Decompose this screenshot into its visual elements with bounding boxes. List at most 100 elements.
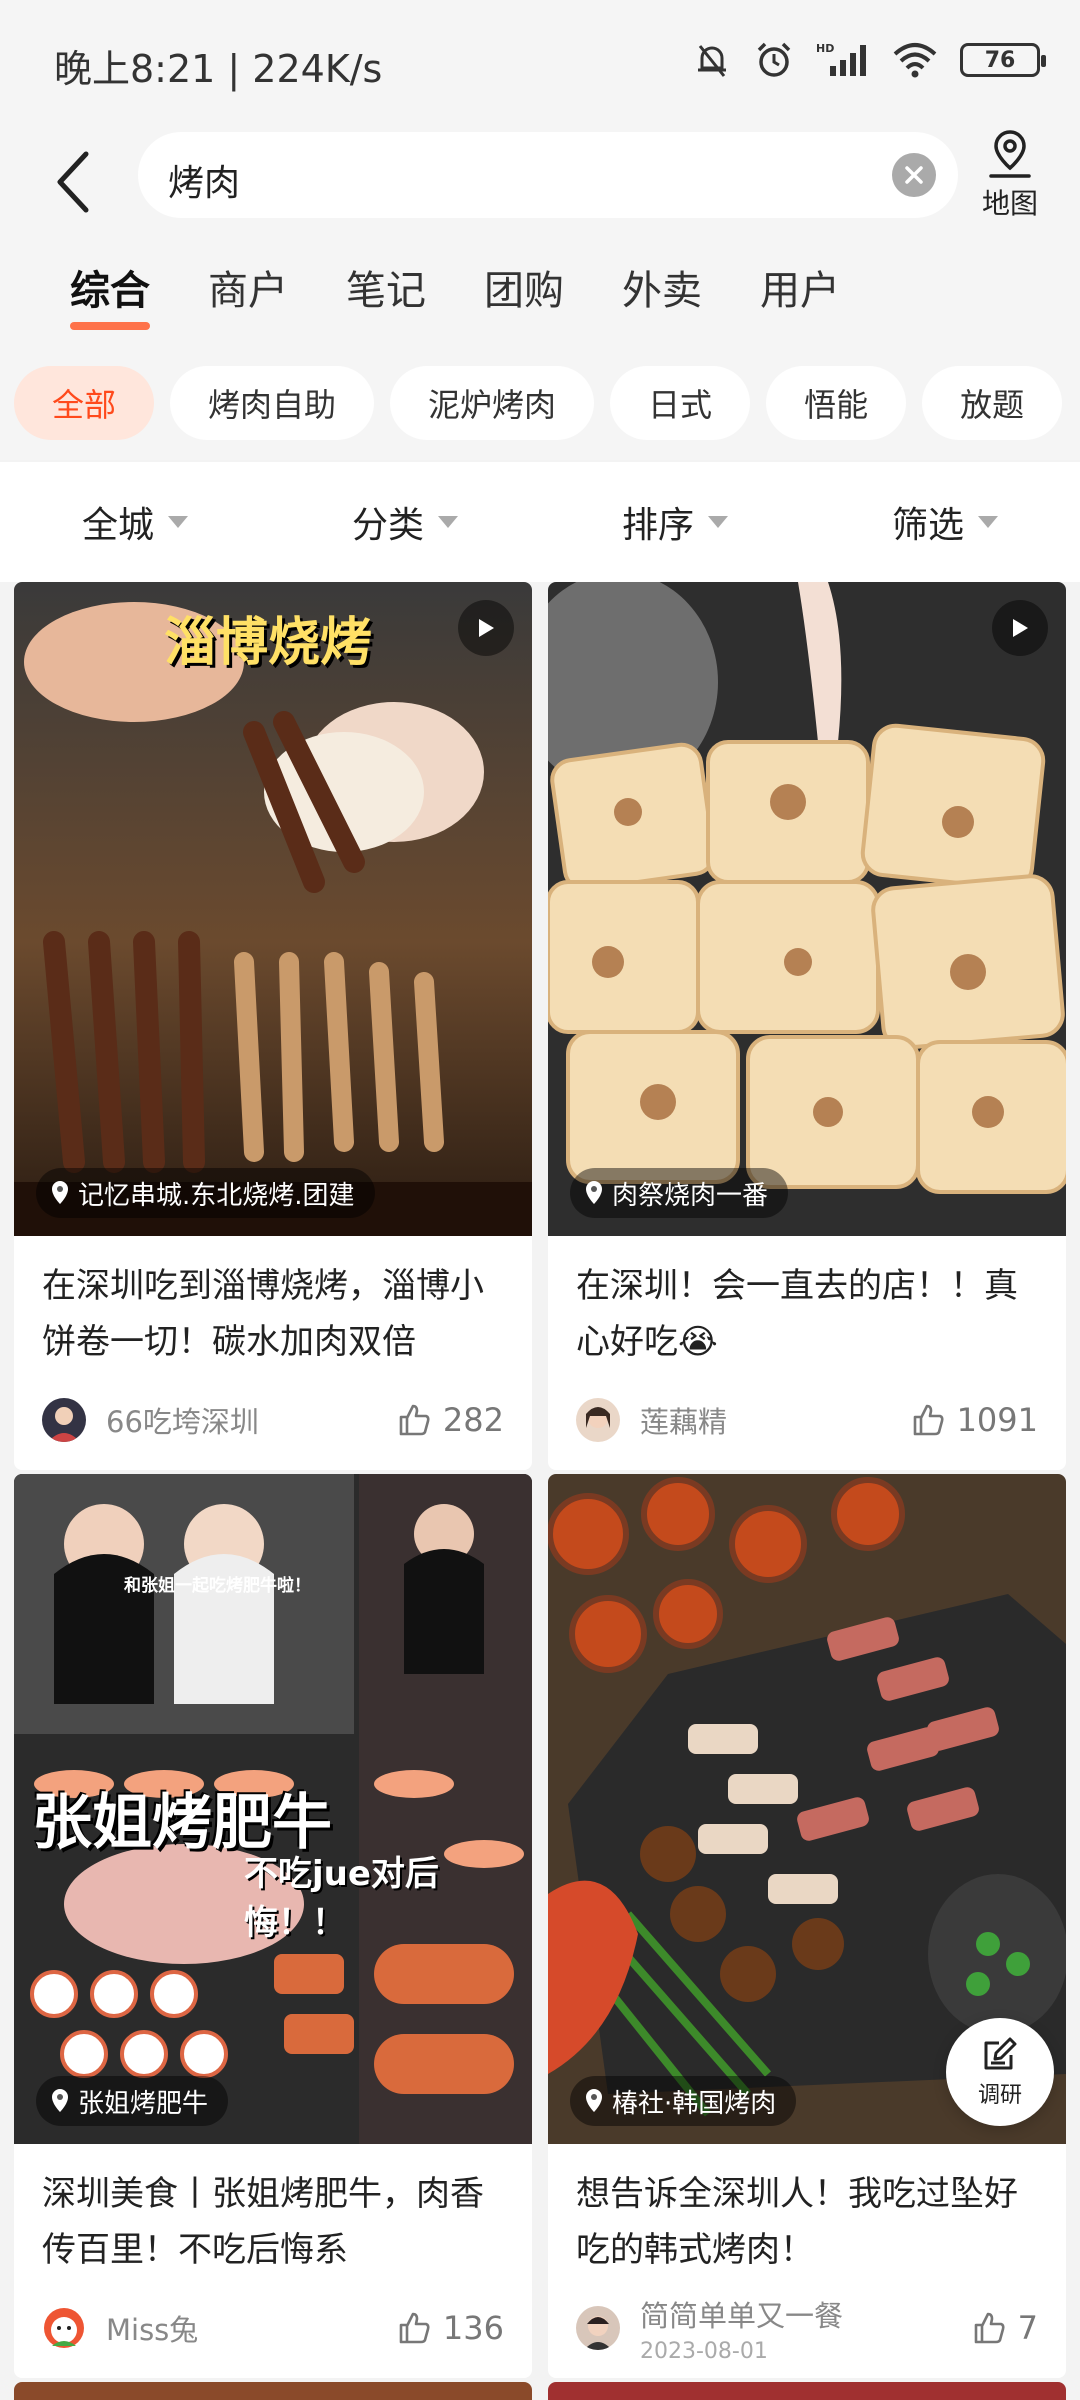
card-title: 想告诉全深圳人！我吃过坠好吃的韩式烤肉！ <box>576 2174 1018 2270</box>
card-image: 和张姐一起吃烤肥牛啦！ 张姐烤肥牛 不吃jue对后悔！！ 张姐烤肥牛 <box>14 1474 532 2144</box>
like-button[interactable]: 1091 <box>911 1401 1038 1439</box>
mute-bell-icon <box>698 45 726 77</box>
card-title: 在深圳吃到淄博烧烤，淄博小饼卷一切！碳水加肉双倍 <box>42 1266 484 1362</box>
avatar[interactable] <box>576 2306 620 2350</box>
clear-search-button[interactable] <box>892 153 936 197</box>
chip-wuneng[interactable]: 悟能 <box>766 366 907 440</box>
chip-bbq-buffet[interactable]: 烤肉自助 <box>170 366 375 440</box>
back-button[interactable] <box>44 142 104 222</box>
map-label: 地图 <box>981 187 1038 220</box>
location-tag[interactable]: 肉祭烧肉一番 <box>570 1168 789 1218</box>
note-card[interactable]: 肉祭烧肉一番 在深圳！会一直去的店！！真心好吃😭 莲藕精 1091 <box>548 582 1066 1470</box>
like-button[interactable]: 136 <box>397 2309 504 2347</box>
tab-all[interactable]: 综合 <box>70 258 150 330</box>
avatar-image <box>576 2306 620 2350</box>
map-pin-icon <box>989 130 1031 178</box>
thumbs-up-icon <box>399 2312 430 2344</box>
filter-more[interactable]: 筛选 <box>810 462 1080 582</box>
like-button[interactable]: 7 <box>972 2309 1038 2347</box>
chip-all-you-can-eat[interactable]: 放题 <box>922 366 1063 440</box>
play-icon <box>1013 619 1028 637</box>
video-play-button[interactable] <box>992 600 1048 656</box>
filter-category-label: 分类 <box>351 505 424 546</box>
location-name: 张姐烤肥牛 <box>78 2088 209 2119</box>
location-tag[interactable]: 记忆串城.东北烧烤.团建 <box>36 1168 375 1218</box>
tab-notes[interactable]: 笔记 <box>346 258 426 330</box>
status-icons: HD 76 <box>692 40 1046 80</box>
card-footer: Miss兔 136 <box>14 2278 532 2378</box>
category-chips: 全部 烤肉自助 泥炉烤肉 日式 悟能 放题 <box>14 366 1063 440</box>
caret-down-icon <box>708 516 728 528</box>
bbq-skewers-image <box>14 582 532 1236</box>
survey-button[interactable]: 调研 <box>946 2018 1054 2126</box>
card-image: 淄博烧烤 记忆串城.东北烧烤.团建 <box>14 582 532 1236</box>
card-image: 肉祭烧肉一番 <box>548 582 1066 1236</box>
location-tag[interactable]: 椿社·韩国烤肉 <box>570 2076 797 2126</box>
like-count: 282 <box>442 1401 504 1439</box>
map-button[interactable]: 地图 <box>960 128 1060 228</box>
tab-merchants[interactable]: 商户 <box>208 258 288 330</box>
filter-category[interactable]: 分类 <box>270 462 540 582</box>
thumbs-up-icon <box>913 1404 944 1436</box>
close-icon <box>905 166 923 184</box>
status-time: 晚上8:21 | 224K/s <box>54 47 383 91</box>
author-block[interactable]: 简简单单又一餐 2023-08-01 <box>640 2293 972 2364</box>
like-button[interactable]: 282 <box>397 1401 504 1439</box>
tab-delivery[interactable]: 外卖 <box>622 258 702 330</box>
alarm-icon <box>757 42 791 77</box>
battery-level: 76 <box>984 47 1016 73</box>
card-footer: 简简单单又一餐 2023-08-01 7 <box>548 2278 1066 2378</box>
video-play-button[interactable] <box>458 600 514 656</box>
author-name: 简简单单又一餐 <box>640 2298 844 2333</box>
tab-users[interactable]: 用户 <box>760 258 840 330</box>
location-name: 记忆串城.东北烧烤.团建 <box>78 1180 355 1211</box>
search-row: 烤肉 地图 <box>0 128 1080 238</box>
note-card[interactable]: 和张姐一起吃烤肥牛啦！ 张姐烤肥牛 不吃jue对后悔！！ 张姐烤肥牛 深圳美食丨… <box>14 1474 532 2378</box>
header-area: 晚上8:21 | 224K/s HD 76 烤肉 地图 综合 商户 笔记 团购 <box>0 0 1080 460</box>
card-footer: 66吃垮深圳 282 <box>14 1370 532 1470</box>
location-pin-icon <box>52 1181 68 1204</box>
location-pin-icon <box>586 1181 602 1204</box>
thumbs-up-icon <box>399 1404 430 1436</box>
avatar-image <box>576 1398 620 1442</box>
filter-sort[interactable]: 排序 <box>540 462 810 582</box>
battery-indicator: 76 <box>960 43 1046 77</box>
tab-group-buy[interactable]: 团购 <box>484 258 564 330</box>
chip-clay-stove[interactable]: 泥炉烤肉 <box>390 366 595 440</box>
note-card[interactable]: 椿社·韩国烤肉 想告诉全深圳人！我吃过坠好吃的韩式烤肉！ 简简单单又一餐 202… <box>548 1474 1066 2378</box>
location-pin-icon <box>586 2089 602 2112</box>
result-tabs: 综合 商户 笔记 团购 外卖 用户 <box>70 258 840 330</box>
location-tag[interactable]: 张姐烤肥牛 <box>36 2076 229 2126</box>
caret-down-icon <box>978 516 998 528</box>
like-count: 7 <box>1017 2309 1038 2347</box>
chip-japanese[interactable]: 日式 <box>610 366 751 440</box>
note-card[interactable]: 淄博烧烤 记忆串城.东北烧烤.团建 在深圳吃到淄博烧烤，淄博小饼卷一切！碳水加肉… <box>14 582 532 1470</box>
like-count: 136 <box>442 2309 504 2347</box>
chip-all[interactable]: 全部 <box>14 366 155 440</box>
location-name: 椿社·韩国烤肉 <box>612 2088 777 2119</box>
author-name[interactable]: 莲藕精 <box>640 1399 911 1441</box>
search-input[interactable]: 烤肉 <box>138 132 958 218</box>
avatar[interactable] <box>42 2306 86 2350</box>
status-bar: 晚上8:21 | 224K/s HD 76 <box>0 0 1080 128</box>
post-date: 2023-08-01 <box>640 2338 768 2364</box>
avatar[interactable] <box>42 1398 86 1442</box>
thumbs-up-icon <box>974 2312 1005 2344</box>
like-count: 1091 <box>956 1401 1038 1439</box>
filter-city-label: 全城 <box>81 505 154 546</box>
grilled-rice-cake-image <box>548 582 1066 1236</box>
location-pin-icon <box>52 2089 68 2112</box>
survey-label: 调研 <box>977 2083 1022 2108</box>
back-arrow-icon <box>57 151 89 213</box>
signal-icon: HD <box>816 42 866 76</box>
filter-bar: 全城 分类 排序 筛选 <box>0 462 1080 582</box>
author-name[interactable]: Miss兔 <box>106 2307 397 2349</box>
next-card-peek <box>14 2382 532 2400</box>
author-name[interactable]: 66吃垮深圳 <box>106 1399 397 1441</box>
avatar[interactable] <box>576 1398 620 1442</box>
filter-city[interactable]: 全城 <box>0 462 270 582</box>
results-feed: 淄博烧烤 记忆串城.东北烧烤.团建 在深圳吃到淄博烧烤，淄博小饼卷一切！碳水加肉… <box>0 582 1080 2400</box>
image-overlay-title: 淄博烧烤 <box>164 613 373 673</box>
image-overlay-caption: 和张姐一起吃烤肥牛啦！ <box>124 1576 311 1596</box>
next-card-peek <box>548 2382 1066 2400</box>
